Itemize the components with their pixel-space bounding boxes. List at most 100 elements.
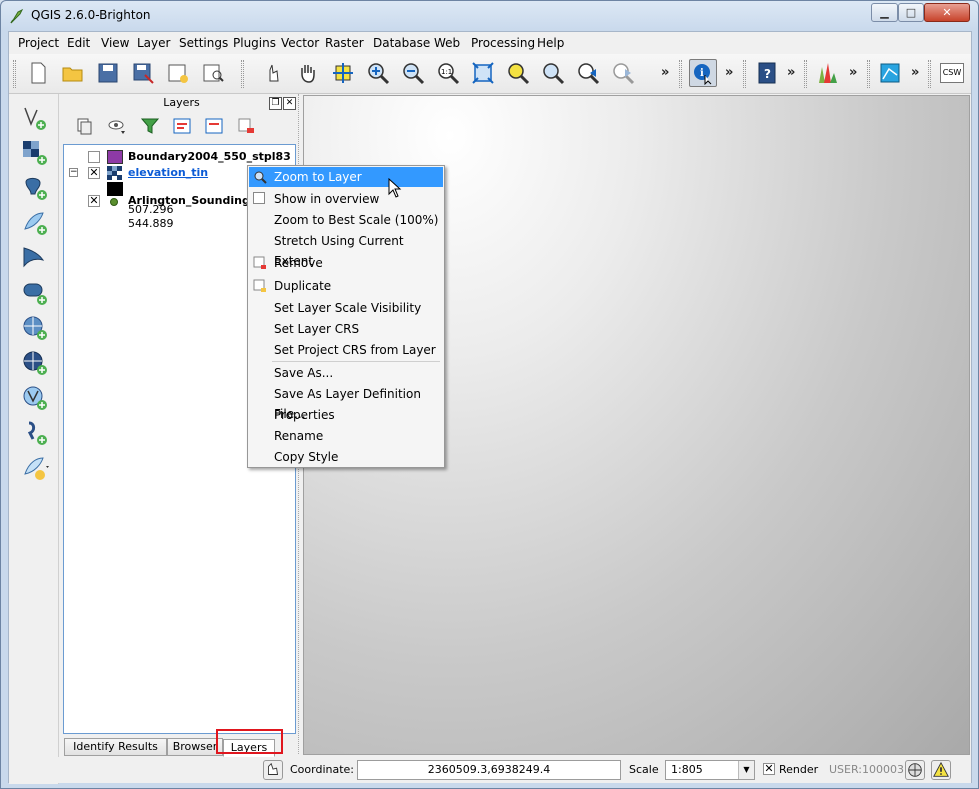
add-wcs-layer-icon[interactable]	[21, 349, 49, 377]
menu-item-scale-visibility[interactable]: Set Layer Scale Visibility	[249, 298, 443, 318]
manage-visibility-icon[interactable]	[107, 116, 129, 138]
render-checkbox[interactable]: ✕	[763, 763, 775, 775]
add-postgis-layer-icon[interactable]	[21, 174, 49, 202]
messages-warning-icon[interactable]	[931, 760, 951, 780]
zoom-to-selection-icon[interactable]	[504, 59, 532, 87]
menu-item-stretch-extent[interactable]: Stretch Using Current Extent	[249, 231, 443, 268]
menu-item-zoom-best-scale[interactable]: Zoom to Best Scale (100%)	[249, 210, 443, 230]
menu-plugins[interactable]: Plugins	[233, 36, 276, 50]
toolbar-handle[interactable]	[743, 60, 746, 88]
csw-icon[interactable]: CSW	[938, 59, 966, 87]
menu-vector[interactable]: Vector	[281, 36, 319, 50]
menu-item-remove[interactable]: Remove	[249, 253, 443, 273]
add-oracle-layer-icon[interactable]	[21, 279, 49, 307]
zoom-out-icon[interactable]	[399, 59, 427, 87]
histogram-icon[interactable]	[814, 59, 842, 87]
menu-item-show-in-overview[interactable]: Show in overview	[249, 189, 443, 209]
tab-identify-results[interactable]: Identify Results	[64, 738, 167, 756]
add-spatialite-layer-icon[interactable]	[21, 209, 49, 237]
add-wfs-layer-icon[interactable]	[21, 384, 49, 412]
toolbar-overflow-icon[interactable]: »	[911, 65, 919, 80]
zoom-actual-size-icon[interactable]: 1:1	[434, 59, 462, 87]
new-project-icon[interactable]	[24, 59, 52, 87]
close-panel-icon[interactable]: ✕	[283, 97, 296, 110]
save-as-icon[interactable]	[129, 59, 157, 87]
expand-all-icon[interactable]	[172, 116, 194, 138]
layer-visibility-checkbox[interactable]	[88, 151, 100, 163]
zoom-full-icon[interactable]	[469, 59, 497, 87]
overview-checkbox[interactable]	[253, 192, 265, 204]
add-vector-layer-icon[interactable]	[21, 104, 49, 132]
menu-database[interactable]: Database	[373, 36, 430, 50]
menu-project[interactable]: Project	[18, 36, 59, 50]
menu-web[interactable]: Web	[434, 36, 460, 50]
georeferencer-icon[interactable]	[876, 59, 904, 87]
float-panel-icon[interactable]: ❐	[269, 97, 282, 110]
layer-name[interactable]: elevation_tin	[128, 166, 208, 179]
zoom-last-icon[interactable]	[574, 59, 602, 87]
remove-layer-icon[interactable]	[236, 116, 258, 138]
close-button[interactable]: ✕	[924, 3, 970, 22]
menu-settings[interactable]: Settings	[179, 36, 228, 50]
toolbar-overflow-icon[interactable]: »	[849, 65, 857, 80]
tab-browser[interactable]: Browser	[167, 738, 223, 756]
toolbar-handle[interactable]	[13, 60, 16, 88]
menu-item-save-layer-definition[interactable]: Save As Layer Definition File...	[249, 384, 443, 421]
menu-item-copy-style[interactable]: Copy Style	[249, 447, 443, 467]
menu-view[interactable]: View	[101, 36, 129, 50]
menu-item-duplicate[interactable]: Duplicate	[249, 276, 443, 296]
collapse-all-icon[interactable]	[204, 116, 226, 138]
menu-processing[interactable]: Processing	[471, 36, 535, 50]
menu-item-set-project-crs[interactable]: Set Project CRS from Layer	[249, 340, 443, 360]
add-mssql-layer-icon[interactable]	[21, 244, 49, 272]
open-project-icon[interactable]	[59, 59, 87, 87]
layer-row[interactable]: Boundary2004_550_stpl83	[64, 149, 295, 165]
crs-status[interactable]: USER:100003	[829, 763, 904, 776]
touch-zoom-icon[interactable]	[259, 59, 287, 87]
menu-help[interactable]: Help	[537, 36, 564, 50]
menu-raster[interactable]: Raster	[325, 36, 364, 50]
menu-layer[interactable]: Layer	[137, 36, 170, 50]
layer-visibility-checkbox[interactable]: ✕	[88, 167, 100, 179]
toolbar-handle[interactable]	[928, 60, 931, 88]
title-bar[interactable]: QGIS 2.6.0-Brighton ▁ □ ✕	[1, 1, 978, 31]
toggle-extents-icon[interactable]	[263, 760, 283, 780]
maximize-button[interactable]: □	[898, 3, 924, 22]
help-contents-icon[interactable]: ?	[753, 59, 781, 87]
add-delimited-text-layer-icon[interactable]	[21, 419, 49, 447]
layer-name[interactable]: Boundary2004_550_stpl83	[128, 150, 291, 163]
coordinate-field[interactable]: 2360509.3,6938249.4	[357, 760, 621, 780]
toolbar-handle[interactable]	[867, 60, 870, 88]
composer-manager-icon[interactable]	[199, 59, 227, 87]
menu-item-properties[interactable]: Properties	[249, 405, 443, 425]
layer-name[interactable]: Arlington_Soundings_	[128, 194, 262, 207]
toolbar-handle[interactable]	[241, 60, 244, 88]
chevron-down-icon[interactable]: ▼	[738, 761, 754, 779]
toolbar-overflow-icon[interactable]: »	[725, 65, 733, 80]
add-wms-layer-icon[interactable]	[21, 314, 49, 342]
menu-edit[interactable]: Edit	[67, 36, 90, 50]
pan-hand-icon[interactable]	[294, 59, 322, 87]
filter-legend-icon[interactable]	[140, 116, 162, 138]
scale-combo[interactable]: 1:805 ▼	[665, 760, 755, 780]
layer-visibility-checkbox[interactable]: ✕	[88, 195, 100, 207]
toolbar-overflow-icon[interactable]: »	[661, 65, 669, 80]
add-group-icon[interactable]	[75, 116, 97, 138]
toolbar-overflow-icon[interactable]: »	[787, 65, 795, 80]
identify-features-icon[interactable]: i	[689, 59, 717, 87]
toolbar-handle[interactable]	[679, 60, 682, 88]
minimize-button[interactable]: ▁	[871, 3, 898, 22]
add-raster-layer-icon[interactable]	[21, 139, 49, 167]
new-print-composer-icon[interactable]	[164, 59, 192, 87]
toolbar-handle[interactable]	[804, 60, 807, 88]
new-shapefile-layer-icon[interactable]	[21, 454, 49, 482]
menu-item-save-as[interactable]: Save As...	[249, 363, 443, 383]
menu-item-set-layer-crs[interactable]: Set Layer CRS	[249, 319, 443, 339]
zoom-next-icon[interactable]	[609, 59, 637, 87]
menu-item-zoom-to-layer[interactable]: Zoom to Layer	[249, 167, 443, 187]
menu-item-rename[interactable]: Rename	[249, 426, 443, 446]
zoom-to-layer-icon[interactable]	[539, 59, 567, 87]
save-project-icon[interactable]	[94, 59, 122, 87]
zoom-in-icon[interactable]	[364, 59, 392, 87]
pan-to-selection-icon[interactable]	[329, 59, 357, 87]
